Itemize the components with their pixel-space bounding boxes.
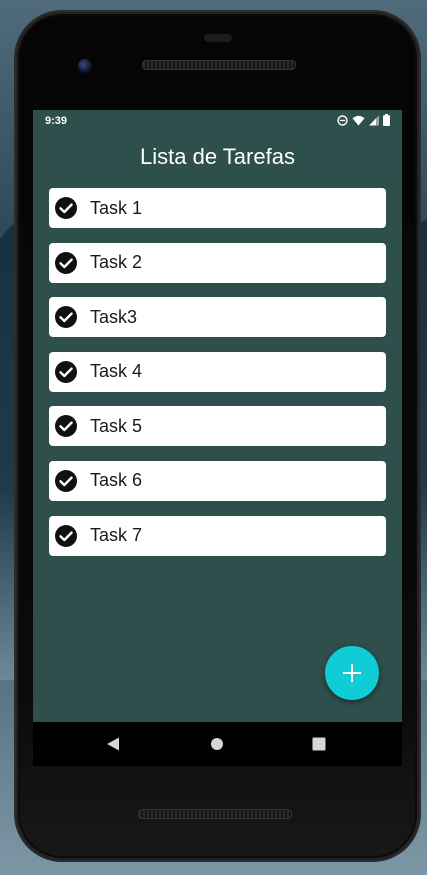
list-item[interactable]: Task 4 — [49, 351, 386, 392]
page-title: Lista de Tarefas — [140, 144, 295, 169]
list-item[interactable]: Task 2 — [49, 242, 386, 283]
recents-button[interactable] — [311, 736, 327, 752]
home-icon — [211, 738, 223, 750]
top-speaker-grille — [142, 60, 296, 70]
task-label: Task 5 — [90, 415, 143, 436]
list-item[interactable]: Task 6 — [49, 460, 386, 501]
list-item[interactable]: Task 5 — [49, 406, 386, 447]
add-task-button[interactable] — [325, 646, 379, 700]
list-item[interactable]: Task3 — [49, 297, 386, 338]
back-button[interactable] — [105, 736, 121, 752]
check-circle-icon[interactable] — [54, 251, 78, 275]
check-circle-icon[interactable] — [54, 414, 78, 438]
plus-icon — [343, 664, 361, 682]
home-button[interactable] — [209, 736, 225, 752]
signal-icon — [369, 115, 379, 125]
list-item[interactable]: Task 1 — [49, 188, 386, 228]
task-label: Task 7 — [90, 525, 143, 546]
status-icons — [337, 113, 390, 127]
list-item[interactable]: Task 7 — [49, 515, 386, 556]
front-camera — [78, 59, 92, 73]
task-label: Task3 — [90, 306, 138, 327]
task-label: Task 2 — [90, 252, 143, 273]
check-circle-icon[interactable] — [54, 524, 78, 548]
recents-icon — [312, 737, 326, 751]
check-circle-icon[interactable] — [54, 196, 78, 220]
battery-icon — [383, 114, 390, 126]
status-time: 9:39 — [45, 115, 68, 127]
check-circle-icon[interactable] — [54, 305, 78, 329]
system-nav-bar — [33, 722, 402, 766]
wifi-icon — [352, 115, 365, 125]
check-circle-icon[interactable] — [54, 360, 78, 384]
app-screen: 9:39 Lista de Tarefas Task 1 Task 2 Task… — [33, 110, 402, 722]
task-label: Task 4 — [90, 361, 143, 382]
task-list: Task 1 Task 2 Task3 Task 4 Task 5 Task 6… — [49, 188, 386, 570]
task-label: Task 6 — [90, 470, 143, 491]
earpiece-slot — [204, 34, 232, 42]
check-circle-icon[interactable] — [54, 469, 78, 493]
task-label: Task 1 — [90, 197, 143, 218]
back-icon — [107, 737, 119, 751]
bottom-speaker-grille — [138, 809, 292, 819]
do-not-disturb-icon — [337, 114, 348, 126]
status-bar: 9:39 — [33, 110, 402, 132]
